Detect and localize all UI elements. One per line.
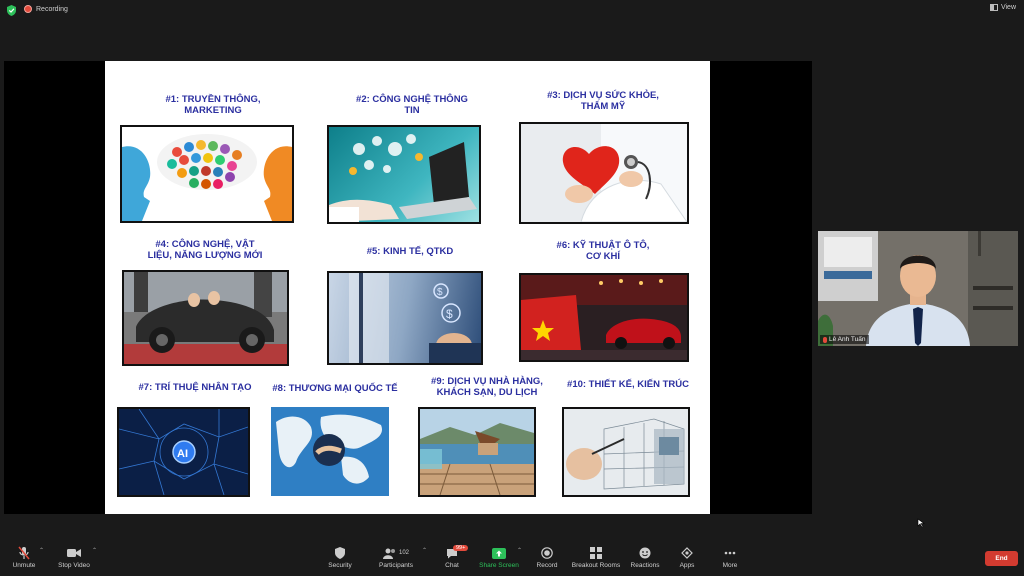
participant-name-tag: Lê Anh Tuấn [820, 335, 869, 344]
muted-microphone-icon [18, 546, 30, 560]
communication-marketing-image [120, 125, 294, 223]
record-label: Record [536, 562, 558, 569]
audio-options-caret-icon[interactable]: ⌃ [39, 547, 44, 554]
slide-caption-9: #9: DỊCH VỤ NHÀ HÀNG, KHÁCH SẠN, DU LỊCH [431, 376, 543, 398]
record-button[interactable]: Record [520, 545, 574, 569]
participant-video[interactable]: Lê Anh Tuấn [818, 231, 1018, 346]
security-shield-toolbar-icon [335, 547, 345, 559]
slide-caption-1: #1: TRUYỀN THÔNG, MARKETING [165, 94, 261, 116]
slide-caption-2: #2: CÔNG NGHỆ THÔNG TIN [356, 94, 468, 116]
svg-text:$: $ [437, 287, 443, 298]
apps-icon [681, 547, 693, 559]
view-layout-icon [989, 4, 998, 11]
mouse-cursor-icon [917, 518, 925, 528]
participants-count: 102 [398, 550, 409, 556]
participants-button[interactable]: 102 Participants [369, 545, 423, 569]
meeting-toolbar: Unmute ⌃ Stop Video ⌃ Security 102 Parti [0, 542, 1024, 576]
unmute-label: Unmute [12, 562, 36, 569]
slide-caption-7: #7: TRÍ THUỆ NHÂN TẠO [138, 382, 252, 393]
artificial-intelligence-image: AI [117, 407, 250, 497]
information-technology-image [327, 125, 481, 224]
design-architecture-image [562, 407, 690, 497]
video-options-caret-icon[interactable]: ⌃ [92, 547, 97, 554]
participant-name: Lê Anh Tuấn [829, 336, 866, 343]
recording-label: Recording [36, 5, 68, 13]
stop-video-label: Stop Video [58, 562, 90, 569]
recording-dot-icon [24, 5, 32, 13]
chat-unread-badge: 99+ [453, 545, 469, 551]
shared-slide: #1: TRUYỀN THÔNG, MARKETING #2: CÔNG NGH… [105, 61, 710, 514]
view-label: View [1000, 4, 1016, 11]
chat-button[interactable]: Chat [425, 545, 479, 569]
economics-business-image: $ $ [327, 271, 483, 365]
breakout-rooms-label: Breakout Rooms [571, 562, 621, 569]
slide-caption-3: #3: DỊCH VỤ SỨC KHỎE, THẨM MỸ [547, 90, 659, 112]
chat-label: Chat [445, 562, 459, 569]
share-screen-label: Share Screen [479, 562, 519, 569]
slide-caption-4: #4: CÔNG NGHỆ, VẬT LIỆU, NĂNG LƯỢNG MỚI [147, 239, 263, 261]
svg-text:$: $ [446, 307, 453, 321]
international-trade-image [271, 407, 389, 496]
slide-caption-5: #5: KINH TẾ, QTKD [366, 246, 454, 257]
record-icon [541, 547, 553, 559]
recording-indicator[interactable]: Recording [24, 5, 68, 13]
breakout-rooms-button[interactable]: Breakout Rooms [569, 545, 623, 569]
more-button[interactable]: More [703, 545, 757, 569]
end-label: End [995, 555, 1008, 562]
security-shield-icon[interactable] [7, 5, 16, 16]
security-button[interactable]: Security [313, 545, 367, 569]
participants-label: Participants [379, 562, 413, 569]
more-label: More [722, 562, 738, 569]
automotive-mechanical-image [519, 273, 689, 362]
muted-mic-icon [823, 336, 827, 343]
share-screen-icon [492, 547, 506, 559]
slide-caption-8: #8: THƯƠNG MẠI QUỐC TẾ [272, 383, 398, 394]
top-bar: Recording View [0, 0, 1024, 22]
reactions-smiley-icon [639, 547, 651, 559]
more-dots-icon [724, 551, 736, 555]
apps-label: Apps [679, 562, 695, 569]
view-button[interactable]: View [989, 4, 1016, 11]
new-technology-materials-image [122, 270, 289, 366]
end-meeting-button[interactable]: End [985, 551, 1018, 566]
breakout-rooms-icon [590, 547, 602, 559]
health-beauty-image [519, 122, 689, 224]
ai-chip-text: AI [177, 448, 188, 460]
security-label: Security [328, 562, 352, 569]
restaurant-hotel-tourism-image [418, 407, 536, 497]
slide-caption-10: #10: THIẾT KẾ, KIẾN TRÚC [567, 379, 689, 390]
participants-icon [382, 548, 395, 559]
reactions-label: Reactions [630, 562, 660, 569]
slide-caption-6: #6: KỸ THUẬT Ô TÔ, CƠ KHÍ [556, 240, 650, 262]
video-camera-icon [67, 549, 81, 557]
